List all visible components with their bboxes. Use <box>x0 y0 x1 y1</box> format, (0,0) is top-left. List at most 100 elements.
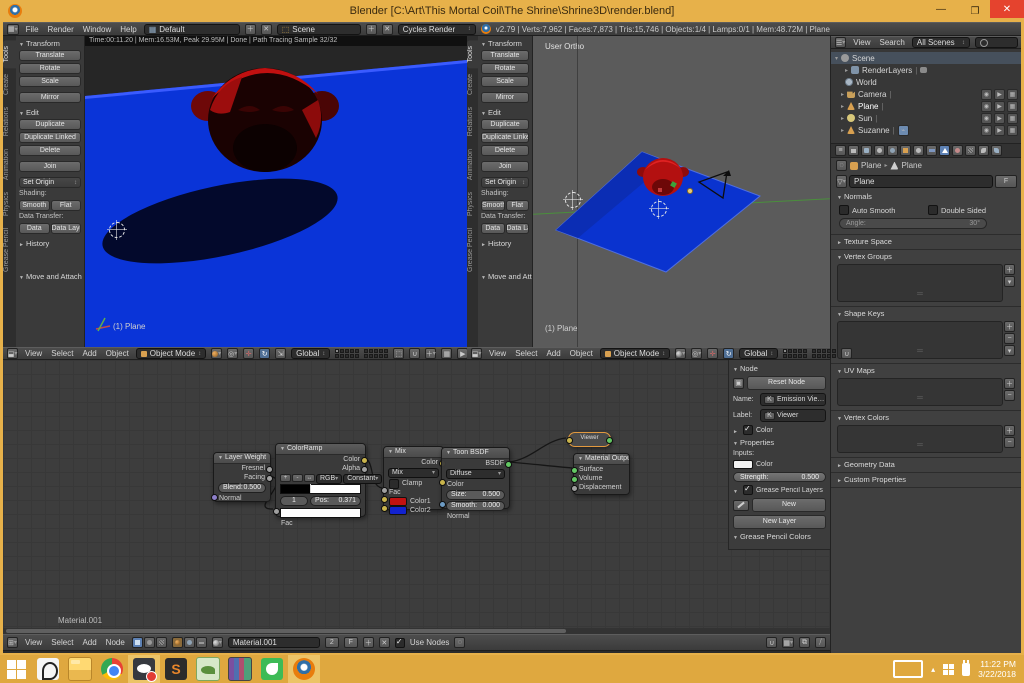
selectable-icon[interactable]: ▶ <box>994 113 1005 124</box>
render-opengl-icon[interactable]: ▦ <box>441 348 452 359</box>
grease-pencil-icon[interactable] <box>733 500 749 511</box>
ramp-color-swatch[interactable] <box>280 508 361 518</box>
ramp-pos-field[interactable]: Pos:0.371 <box>310 496 361 506</box>
editor-type-icon[interactable]: ⬓▾ <box>471 348 482 359</box>
node-title[interactable]: Material Output <box>574 454 629 465</box>
breadcrumb-data[interactable]: Plane <box>901 161 921 170</box>
data-layout-button[interactable]: Data Layo <box>51 223 82 234</box>
add-layout-button[interactable]: ＋ <box>245 24 256 35</box>
ramp-gradient[interactable] <box>280 484 361 494</box>
auto-smooth-checkbox[interactable] <box>839 205 849 215</box>
ramp-colormode-dropdown[interactable]: RGB▾ <box>316 474 342 484</box>
taskbar-app-winrar[interactable] <box>224 655 256 683</box>
clamp-checkbox[interactable] <box>389 479 399 489</box>
scale-button[interactable]: Scale <box>19 76 81 87</box>
panel-edit[interactable]: Edit <box>19 108 81 117</box>
maximize-button[interactable]: ❐ <box>962 2 988 20</box>
layers-widget-2[interactable] <box>812 349 836 358</box>
strength-slider[interactable]: Strength:0.500 <box>733 472 826 482</box>
socket-out-emission[interactable] <box>606 437 613 444</box>
socket-in-normal[interactable] <box>211 494 218 501</box>
viewport-shading-dropdown[interactable]: ▾ <box>211 348 222 359</box>
tab-scene[interactable] <box>874 145 885 156</box>
sun-lamp-object[interactable] <box>687 188 693 194</box>
taskbar-app-evernote[interactable] <box>256 655 288 683</box>
data-button[interactable]: Data <box>19 223 50 234</box>
node-title[interactable]: ColorRamp <box>276 444 365 455</box>
taskbar-app-file-explorer[interactable] <box>64 655 96 683</box>
pivot-dropdown[interactable]: ◎▾ <box>691 348 702 359</box>
scene-selector[interactable]: ⬚Scene <box>277 24 361 35</box>
panel-shape-keys[interactable]: Shape Keys <box>837 309 1015 319</box>
vertex-colors-list[interactable]: ═ <box>837 425 1003 453</box>
new-material-button[interactable]: ＋ <box>363 637 374 648</box>
socket-in-color[interactable] <box>566 437 573 444</box>
panel-edit[interactable]: Edit <box>481 108 529 117</box>
taskbar-app-chrome[interactable] <box>96 655 128 683</box>
pin-icon[interactable]: ◌ <box>836 160 847 171</box>
vertex-groups-list[interactable]: ═ <box>837 264 1003 302</box>
layers-widget-2[interactable] <box>364 349 388 358</box>
material-name-field[interactable]: Material.001 <box>228 637 320 648</box>
viewer-color-swatch[interactable] <box>733 460 753 469</box>
snap-magnet-icon[interactable]: ∪ <box>409 348 420 359</box>
ramp-add-button[interactable]: + <box>280 474 291 482</box>
set-origin-dropdown[interactable]: Set Origin↕ <box>19 177 81 188</box>
delete-layout-button[interactable]: ✕ <box>261 24 272 35</box>
hide-icon[interactable]: ◉ <box>981 125 992 136</box>
node-editor-canvas[interactable]: Layer Weight Fresnel Facing Blend:0.500 … <box>3 360 830 628</box>
menu-file[interactable]: File <box>24 25 41 34</box>
layers-widget[interactable] <box>335 349 359 358</box>
world-shader-icon[interactable] <box>184 637 195 648</box>
snap-magnet-icon[interactable]: ∪ <box>841 348 852 359</box>
tab-particles[interactable] <box>978 145 989 156</box>
mix-blendtype-dropdown[interactable]: Mix▾ <box>388 468 439 478</box>
panel-vertex-colors[interactable]: Vertex Colors <box>837 413 1015 423</box>
remove-vertex-color-button[interactable]: − <box>1004 437 1015 448</box>
tab-render[interactable] <box>848 145 859 156</box>
fake-user-button[interactable]: F <box>995 175 1017 188</box>
object-shader-icon[interactable] <box>172 637 183 648</box>
panel-uv-maps[interactable]: UV Maps <box>837 366 1015 376</box>
socket-out-fresnel[interactable] <box>266 466 273 473</box>
editor-type-icon[interactable]: ☰▾ <box>835 37 846 48</box>
toon-component-dropdown[interactable]: Diffuse▾ <box>446 469 505 479</box>
selectable-icon[interactable]: ▶ <box>994 101 1005 112</box>
shade-smooth-button[interactable]: Smooth <box>481 200 505 211</box>
unlink-material-button[interactable]: ✕ <box>379 637 390 648</box>
join-button[interactable]: Join <box>19 161 81 172</box>
hide-icon[interactable]: ◉ <box>981 89 992 100</box>
snap-icon[interactable]: ∪ <box>766 637 777 648</box>
panel-color[interactable]: Color <box>756 427 773 434</box>
taskbar-app-discord[interactable] <box>128 655 160 683</box>
socket-out-color[interactable] <box>361 457 368 464</box>
join-button[interactable]: Join <box>481 161 529 172</box>
tab-grease-pencil[interactable]: Grease Pencil <box>467 222 478 278</box>
outliner-menu-search[interactable]: Search <box>878 38 907 47</box>
set-origin-dropdown[interactable]: Set Origin↕ <box>481 177 529 188</box>
taskbar-app-clip-studio[interactable] <box>32 655 64 683</box>
tab-world[interactable] <box>887 145 898 156</box>
size-slider[interactable]: Size:0.500 <box>446 490 505 500</box>
paste-icon[interactable]: ⧸ <box>815 637 826 648</box>
shader-nodes-icon[interactable] <box>132 637 143 648</box>
tab-create[interactable]: Create <box>467 68 478 101</box>
rotate-button[interactable]: Rotate <box>481 63 529 74</box>
add-vertex-color-button[interactable]: ＋ <box>1004 425 1015 436</box>
selectable-icon[interactable]: ▶ <box>994 89 1005 100</box>
panel-grease-pencil-layers[interactable]: Grease Pencil Layers <box>756 487 823 494</box>
scrollbar-thumb[interactable] <box>6 629 566 633</box>
tab-tools[interactable]: Tools <box>467 40 478 68</box>
shade-flat-button[interactable]: Flat <box>506 200 530 211</box>
ramp-handle[interactable] <box>310 484 311 493</box>
duplicate-button[interactable]: Duplicate <box>19 119 81 130</box>
selectable-icon[interactable]: ▶ <box>994 125 1005 136</box>
panel-vertex-groups[interactable]: Vertex Groups <box>837 252 1015 262</box>
texture-nodes-icon[interactable] <box>156 637 167 648</box>
panel-texture-space[interactable]: Texture Space <box>837 237 1015 247</box>
panel-transform[interactable]: Transform <box>19 39 81 48</box>
manipulator-rotate-icon[interactable]: ↻ <box>259 348 270 359</box>
socket-out-bsdf[interactable] <box>505 461 512 468</box>
view-menu[interactable]: View <box>23 638 44 647</box>
delete-button[interactable]: Delete <box>19 145 81 156</box>
